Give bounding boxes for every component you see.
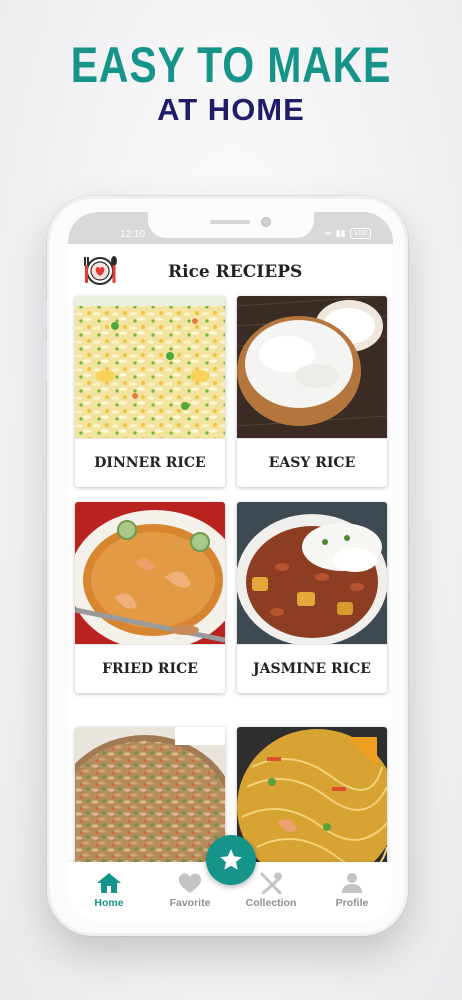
easy-rice-image	[237, 296, 387, 438]
nav-home[interactable]: Home	[74, 872, 144, 909]
speaker	[210, 220, 250, 224]
plate-heart-fork-spoon-icon	[84, 256, 117, 285]
status-icons: ≈ ▮▮ 100	[324, 228, 371, 239]
star-icon	[220, 849, 242, 870]
volume-button	[44, 340, 47, 382]
volume-button	[44, 300, 47, 330]
favorites-fab[interactable]	[206, 835, 256, 885]
power-button	[411, 350, 414, 398]
nav-collection-label: Collection	[245, 897, 297, 909]
app-screen: 12:10 ≈ ▮▮ 100 Rice RECIEPS DINNER RICE …	[68, 212, 393, 922]
dinner-rice-image	[75, 296, 225, 438]
recipe-card-label: EASY RICE	[237, 438, 387, 487]
fried-rice-image	[75, 502, 225, 644]
notch	[148, 212, 314, 238]
person-icon	[342, 873, 362, 893]
app-title: Rice RECIEPS	[168, 262, 303, 282]
recipe-card-dinner-rice[interactable]: DINNER RICE	[75, 296, 225, 487]
chicken-fried-rice-image	[75, 727, 225, 869]
jasmine-rice-image	[237, 502, 387, 644]
promo-headline: EASY TO MAKE	[70, 37, 392, 93]
rice-noodles-image	[237, 727, 387, 869]
heart-icon	[178, 873, 202, 893]
camera	[261, 217, 271, 227]
recipe-card-label: DINNER RICE	[75, 438, 225, 487]
recipe-card-label: FRIED RICE	[75, 644, 225, 693]
wifi-icon: ≈	[324, 228, 332, 239]
promo-subheadline: AT HOME	[157, 92, 305, 127]
app-bar: Rice RECIEPS	[68, 244, 393, 296]
battery-icon: 100	[349, 228, 371, 239]
recipe-card-easy-rice[interactable]: EASY RICE	[237, 296, 387, 487]
home-icon	[97, 873, 121, 893]
recipe-card-label: JASMINE RICE	[237, 644, 387, 693]
nav-home-label: Home	[94, 897, 124, 909]
fork-spoon-icon	[260, 872, 282, 894]
recipe-card-jasmine-rice[interactable]: JASMINE RICE	[237, 502, 387, 693]
recipe-card-fried-rice[interactable]: FRIED RICE	[75, 502, 225, 693]
nav-favorite-label: Favorite	[169, 897, 211, 909]
status-time: 12:10	[120, 229, 146, 240]
signal-icon: ▮▮	[335, 228, 346, 239]
nav-profile-label: Profile	[335, 897, 369, 909]
nav-profile[interactable]: Profile	[317, 872, 387, 909]
